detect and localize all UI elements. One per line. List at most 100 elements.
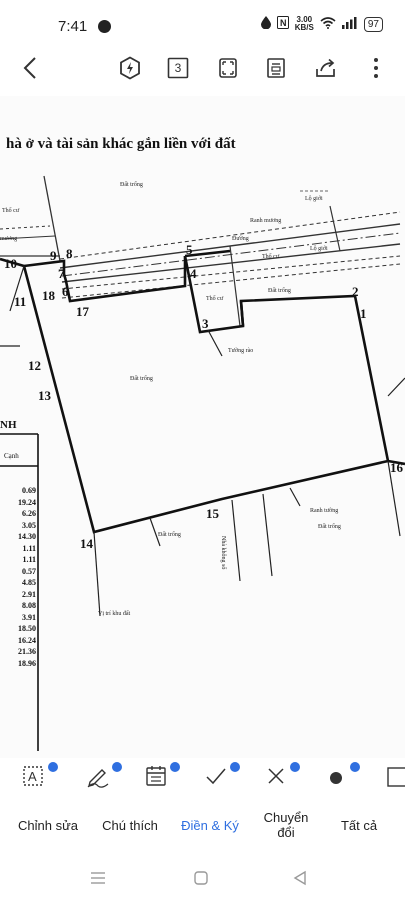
menu-lines-icon <box>91 872 105 884</box>
page-count: 3 <box>174 61 182 75</box>
back-button[interactable] <box>16 54 44 82</box>
premium-badge-icon <box>48 762 58 772</box>
top-toolbar: 3 <box>0 48 405 88</box>
table-value: 18.96 <box>18 658 36 668</box>
premium-badge-icon <box>350 762 360 772</box>
signature-tool[interactable] <box>86 762 122 794</box>
premium-badge-icon <box>290 762 300 772</box>
map-labels: Đất trống Lộ giới Lộ giới Thổ cư mương R… <box>0 96 405 758</box>
mode-tabs: Chỉnh sửa Chú thích Điền & Ký Chuyển đổi… <box>0 806 405 854</box>
fullscreen-icon <box>219 58 237 78</box>
check-icon <box>206 768 226 785</box>
premium-badge-icon <box>112 762 122 772</box>
cross-icon <box>268 768 284 784</box>
map-label: Thổ cư <box>2 208 20 214</box>
map-label: Tường rào <box>228 348 254 354</box>
system-back-button[interactable] <box>288 866 312 890</box>
table-value: 19.24 <box>18 497 36 507</box>
lightning-hexagon-icon <box>120 56 140 80</box>
tab-edit[interactable]: Chỉnh sửa <box>16 818 80 833</box>
more-vertical-icon <box>374 58 378 78</box>
table-header: NH <box>0 419 17 431</box>
calendar-form-icon <box>146 766 166 786</box>
table-value: 18.50 <box>18 624 36 633</box>
share-icon <box>316 58 335 77</box>
table-value: 1.11 <box>22 555 36 564</box>
table-value: 0.69 <box>22 486 36 495</box>
messenger-icon <box>98 20 111 33</box>
map-label: mương <box>0 236 18 242</box>
document-view[interactable]: hà ở và tài sản khác gắn liền với đất 10… <box>0 96 405 758</box>
status-bar: 7:41 N 3.00 KB/S 97 <box>0 0 405 48</box>
map-label: Thổ cư <box>206 296 224 302</box>
status-time: 7:41 <box>58 18 88 35</box>
dot-icon <box>330 772 342 784</box>
page-count-button[interactable]: 3 <box>164 54 192 82</box>
map-label: Vị trí khu đất <box>98 611 131 617</box>
status-icons: N 3.00 KB/S 97 <box>260 16 383 32</box>
map-label: Đất trống <box>120 182 143 188</box>
share-button[interactable] <box>312 54 340 82</box>
table-value: 2.91 <box>22 589 36 599</box>
tab-all[interactable]: Tất cả <box>330 818 388 833</box>
form-tool[interactable] <box>144 762 180 794</box>
nfc-icon: N <box>276 16 289 32</box>
reader-mode-button[interactable] <box>262 54 290 82</box>
network-speed: 3.00 KB/S <box>295 16 314 32</box>
table-value: 1.11 <box>22 543 36 553</box>
table-value: 3.91 <box>22 612 36 622</box>
wifi-icon <box>320 16 336 32</box>
tab-convert[interactable]: Chuyển đổi <box>258 810 314 840</box>
text-box-tool[interactable]: A <box>22 762 58 794</box>
map-label: Lộ giới <box>305 196 323 202</box>
fill-sign-tools: A <box>0 758 405 802</box>
svg-text:A: A <box>28 769 37 784</box>
menu-button[interactable] <box>86 866 110 890</box>
table-values: 0.69 19.24 6.26 3.05 14.30 1.11 1.11 0.57 4.85 2.… <box>0 485 36 669</box>
ai-tool-button[interactable] <box>116 54 144 82</box>
map-label: Đất trống <box>158 532 181 538</box>
table-value: 16.24 <box>18 635 36 645</box>
table-value: 8.08 <box>22 601 36 610</box>
system-nav-bar <box>0 858 405 900</box>
map-label: Lộ giới <box>310 246 328 252</box>
table-value: 14.30 <box>18 532 36 541</box>
tab-fill-sign[interactable]: Điền & Ký <box>178 818 242 833</box>
table-value: 6.26 <box>22 509 36 518</box>
more-options-button[interactable] <box>362 54 390 82</box>
table-column-header: Cạnh <box>4 452 19 460</box>
home-square-icon <box>194 871 208 885</box>
back-triangle-icon <box>293 870 306 886</box>
home-button[interactable] <box>189 866 213 890</box>
tab-annotate[interactable]: Chú thích <box>98 818 162 833</box>
more-tool[interactable] <box>386 764 405 794</box>
text-box-icon: A <box>23 766 43 786</box>
chevron-left-icon <box>23 57 36 79</box>
premium-badge-icon <box>230 762 240 772</box>
fullscreen-button[interactable] <box>214 54 242 82</box>
table-value: 0.57 <box>22 566 36 576</box>
map-label: Ranh tường <box>310 508 339 514</box>
partial-tool-icon <box>387 767 405 787</box>
table-value: 3.05 <box>22 520 36 530</box>
cross-tool[interactable] <box>264 762 300 794</box>
map-label: Thổ cư <box>262 254 280 260</box>
dot-tool[interactable] <box>324 762 360 794</box>
svg-text:N: N <box>280 18 287 28</box>
check-tool[interactable] <box>204 762 240 794</box>
battery-icon: 97 <box>363 16 383 32</box>
document-icon <box>267 58 285 78</box>
map-label: Đất trống <box>130 376 153 382</box>
signal-icon <box>341 16 358 32</box>
table-value: 21.36 <box>18 647 36 656</box>
table-value: 4.85 <box>22 578 36 587</box>
map-label: Đất trống <box>318 524 341 530</box>
map-label: Nhà không số <box>220 536 226 570</box>
map-label: Đất trống <box>268 288 291 294</box>
premium-badge-icon <box>170 762 180 772</box>
map-label: Ranh mương <box>250 218 282 224</box>
water-drop-icon <box>260 16 271 32</box>
map-label: Đường <box>232 236 249 242</box>
signature-pen-icon <box>87 769 109 788</box>
speed-unit: KB/S <box>294 23 314 32</box>
